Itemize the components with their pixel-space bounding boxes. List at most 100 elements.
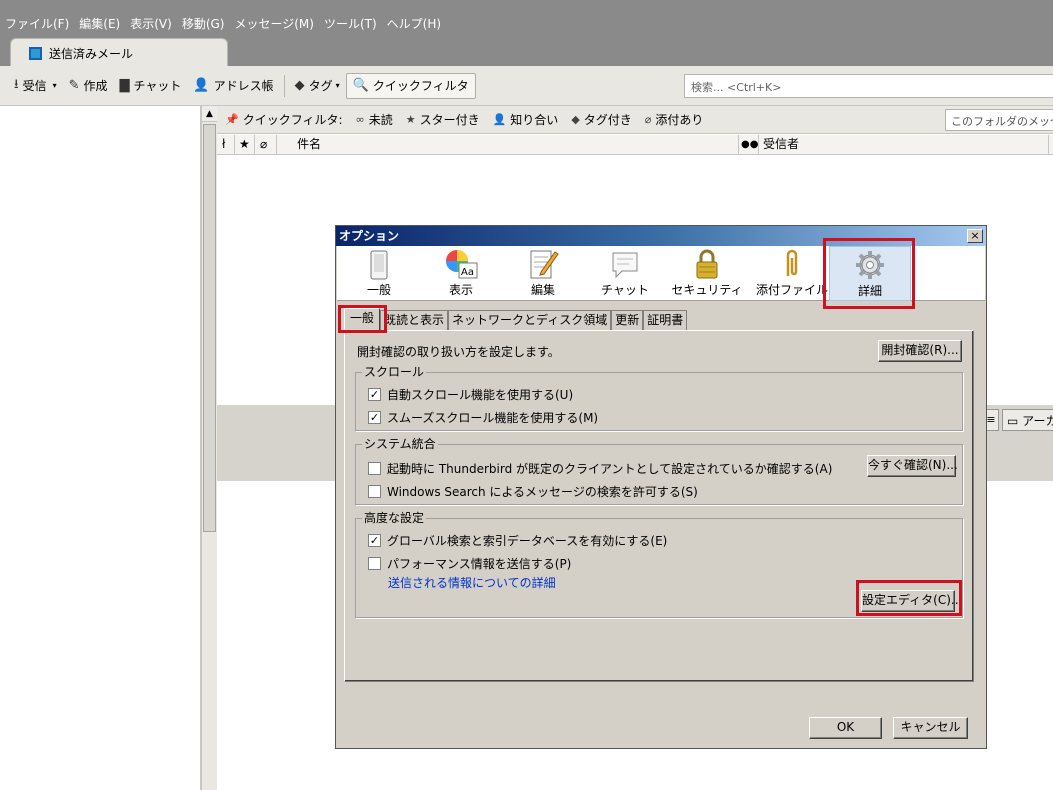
address-book-button[interactable]: 👤 アドレス帳	[187, 73, 279, 99]
default-client-option[interactable]: 起動時に Thunderbird が既定のクライアントとして設定されているか確認…	[368, 460, 832, 477]
menu-go[interactable]: 移動(G)	[177, 12, 230, 36]
cancel-button[interactable]: キャンセル	[893, 717, 968, 739]
filter-unread-label: 未読	[368, 113, 393, 127]
thread-column-icon[interactable]: ł	[217, 135, 235, 154]
pencil-icon: ✎	[68, 78, 80, 93]
scroll-group: スクロール ✓ 自動スクロール機能を使用する(U) ✓ スムーズスクロール機能を使用…	[355, 365, 963, 431]
tag-button[interactable]: ◆ タグ ▾	[289, 73, 346, 99]
windows-search-checkbox[interactable]	[368, 485, 381, 498]
tag-icon: ◆	[294, 78, 305, 93]
receipt-description: 開封確認の取り扱い方を設定します。	[357, 345, 560, 359]
menu-view[interactable]: 表示(V)	[125, 12, 177, 36]
smooth-scroll-checkbox[interactable]: ✓	[368, 411, 381, 424]
speech-bubble-icon	[612, 252, 638, 279]
message-column-header: ł ★ ⌀ 件名 ●● 受信者	[217, 135, 1053, 155]
ok-button[interactable]: OK	[809, 717, 882, 739]
system-integration-group: システム統合 起動時に Thunderbird が既定のクライアントとして設定さ…	[355, 437, 963, 505]
filter-attachments[interactable]: ⌀ 添付あり	[645, 111, 704, 128]
search-input[interactable]: 検索... <Ctrl+K>	[684, 74, 1053, 98]
get-mail-button[interactable]: ⭳ 受信 ▾	[8, 73, 63, 99]
highlight-advanced-pane	[823, 238, 915, 309]
folder-filter-input[interactable]: このフォルダのメッセージ	[945, 109, 1053, 131]
auto-scroll-label: 自動スクロール機能を使用する(U)	[387, 388, 574, 402]
pin-icon: 📌	[225, 113, 239, 126]
subtab-reading[interactable]: 既読と表示	[380, 310, 449, 330]
performance-checkbox[interactable]	[368, 557, 381, 570]
filter-starred[interactable]: ★ スター付き	[406, 111, 480, 128]
pane-composition-label: 編集	[530, 283, 555, 297]
pane-display-label: 表示	[448, 283, 473, 297]
windows-search-option[interactable]: Windows Search によるメッセージの検索を許可する(S)	[368, 483, 698, 500]
highlight-config-editor	[856, 580, 962, 616]
close-button[interactable]: ×	[967, 229, 983, 243]
advanced-subtabs: 一般 既読と表示 ネットワークとディスク領域 更新 証明書	[344, 308, 688, 330]
address-book-label: アドレス帳	[213, 79, 274, 93]
quick-filter-button[interactable]: 🔍 クイックフィルタ	[345, 72, 476, 99]
default-client-label: 起動時に Thunderbird が既定のクライアントとして設定されているか確認…	[387, 462, 833, 476]
pane-security[interactable]: セキュリティ	[667, 246, 747, 301]
filter-unread[interactable]: ∞ 未読	[356, 111, 393, 128]
advanced-group-title: 高度な設定	[362, 511, 427, 525]
auto-scroll-checkbox[interactable]: ✓	[368, 388, 381, 401]
performance-details-link[interactable]: 送信される情報についての詳細	[388, 574, 556, 591]
subtab-certificates[interactable]: 証明書	[643, 310, 688, 330]
performance-option[interactable]: パフォーマンス情報を送信する(P)	[368, 555, 571, 572]
person-icon: 👤	[193, 78, 210, 93]
menu-edit[interactable]: 編集(E)	[74, 12, 125, 36]
pane-composition[interactable]: 編集	[503, 246, 583, 301]
compose-button[interactable]: ✎ 作成	[63, 73, 114, 99]
chat-icon: ▇	[119, 78, 130, 93]
check-now-button[interactable]: 今すぐ確認(N)...	[867, 455, 958, 477]
scroll-up-arrow-icon[interactable]: ▲	[202, 106, 217, 122]
chat-label: チャット	[133, 79, 182, 93]
subtab-update[interactable]: 更新	[611, 310, 644, 330]
recipient-column[interactable]: 受信者	[759, 135, 1049, 154]
filter-starred-label: スター付き	[419, 113, 480, 127]
chevron-down-icon[interactable]: ▾	[53, 81, 57, 90]
menubar: ファイル(F) 編集(E) 表示(V) 移動(G) メッセージ(M) ツール(T…	[0, 12, 446, 36]
folder-icon	[29, 47, 42, 60]
pane-security-label: セキュリティ	[671, 283, 743, 297]
filter-contacts[interactable]: 👤 知り合い	[493, 111, 559, 128]
pane-display[interactable]: Aa 表示	[421, 246, 501, 301]
filter-contacts-label: 知り合い	[510, 113, 559, 127]
chevron-down-icon: ▾	[335, 81, 340, 90]
subtab-panel-general: 開封確認の取り扱い方を設定します。 開封確認(R)... スクロール ✓ 自動スク…	[344, 330, 974, 682]
archive-button[interactable]: ▭ アーカ	[1002, 409, 1053, 431]
folder-scrollbar[interactable]: ▲	[201, 106, 217, 790]
global-search-checkbox[interactable]: ✓	[368, 534, 381, 547]
folder-pane	[0, 106, 201, 790]
scroll-thumb[interactable]	[203, 124, 216, 532]
performance-label: パフォーマンス情報を送信する(P)	[387, 557, 572, 571]
download-icon: ⭳	[14, 76, 19, 92]
menu-tools[interactable]: ツール(T)	[319, 12, 382, 36]
toolbar-separator	[283, 74, 285, 97]
pane-chat[interactable]: チャット	[585, 246, 665, 301]
auto-scroll-option[interactable]: ✓ 自動スクロール機能を使用する(U)	[368, 386, 573, 403]
return-receipts-button[interactable]: 開封確認(R)...	[878, 340, 962, 362]
archive-icon: ▭	[1007, 414, 1019, 428]
pane-general[interactable]: 一般	[339, 246, 419, 301]
attachment-column-icon[interactable]: ⌀	[255, 135, 277, 154]
default-client-checkbox[interactable]	[368, 462, 381, 475]
global-search-option[interactable]: ✓ グローバル検索と索引データベースを有効にする(E)	[368, 532, 667, 549]
read-column-icon[interactable]: ●●	[739, 135, 759, 154]
menu-file[interactable]: ファイル(F)	[0, 12, 74, 36]
menu-message[interactable]: メッセージ(M)	[229, 12, 318, 36]
star-column-icon[interactable]: ★	[235, 135, 255, 154]
smooth-scroll-option[interactable]: ✓ スムーズスクロール機能を使用する(M)	[368, 409, 598, 426]
options-dialog: オプション × 一般 Aa 表示 編集 チャット セキュリティ 添付ファイル 詳…	[335, 225, 987, 749]
subtab-network[interactable]: ネットワークとディスク領域	[448, 310, 612, 330]
menu-help[interactable]: ヘルプ(H)	[382, 12, 446, 36]
tab-sent-mail[interactable]: 送信済みメール	[10, 38, 228, 68]
window-icon	[370, 250, 388, 280]
tab-label: 送信済みメール	[49, 47, 134, 61]
quick-filter-pin[interactable]: 📌 クイックフィルタ:	[225, 111, 343, 128]
subject-column[interactable]: 件名	[277, 135, 739, 154]
quick-filter-bar-label: クイックフィルタ:	[242, 113, 343, 127]
chat-button[interactable]: ▇ チャット	[114, 73, 188, 99]
svg-text:Aa: Aa	[461, 267, 474, 278]
glasses-icon: ∞	[355, 113, 365, 126]
system-group-title: システム統合	[362, 437, 438, 451]
filter-tagged[interactable]: ◆ タグ付き	[571, 111, 631, 128]
